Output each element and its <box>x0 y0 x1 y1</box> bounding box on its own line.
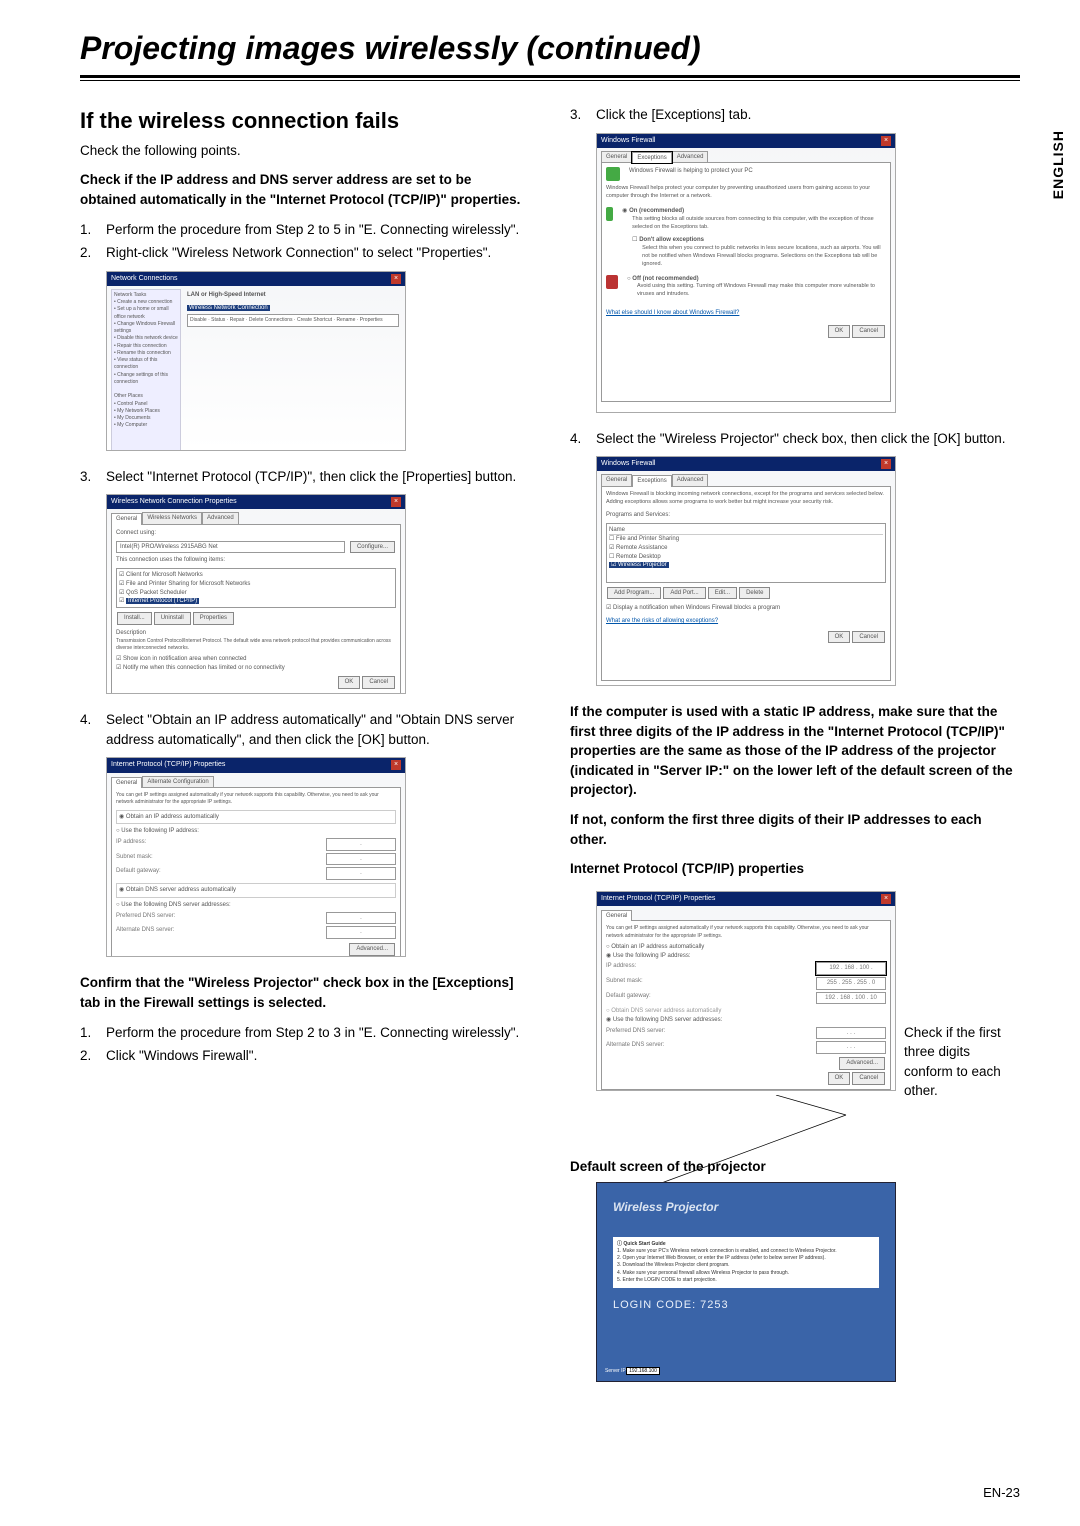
close-icon: × <box>881 459 891 469</box>
cancel-button[interactable]: Cancel <box>852 631 885 644</box>
check-2: Confirm that the "Wireless Projector" ch… <box>80 973 530 1012</box>
ok-button[interactable]: OK <box>828 325 851 338</box>
login-code: LOGIN CODE: 7253 <box>613 1298 879 1314</box>
right-column: 3.Click the [Exceptions] tab. Windows Fi… <box>570 105 1020 1382</box>
figure-ip-properties-static: Internet Protocol (TCP/IP) Properties× G… <box>596 891 896 1091</box>
section-heading: If the wireless connection fails <box>80 105 530 137</box>
figure-firewall-exceptions: Windows Firewall× GeneralExceptionsAdvan… <box>596 456 896 686</box>
cancel-button[interactable]: Cancel <box>362 676 395 689</box>
shield-icon <box>606 167 620 181</box>
step-3: 3.Select "Internet Protocol (TCP/IP)", t… <box>80 467 530 487</box>
check-1: Check if the IP address and DNS server a… <box>80 170 530 209</box>
step-1: 1.Perform the procedure from Step 2 to 5… <box>80 220 530 240</box>
figure-network-connections: Network Connections× Network Tasks• Crea… <box>106 271 406 451</box>
close-icon: × <box>881 136 891 146</box>
edit-button[interactable]: Edit... <box>708 587 737 600</box>
projector-title: Wireless Projector <box>613 1199 879 1216</box>
fw-step-4: 4.Select the "Wireless Projector" check … <box>570 429 1020 449</box>
caption-ip-properties: Internet Protocol (TCP/IP) properties <box>570 859 1020 879</box>
ok-button[interactable]: OK <box>828 1072 851 1085</box>
uninstall-button[interactable]: Uninstall <box>154 612 191 625</box>
exceptions-tab[interactable]: Exceptions <box>632 152 671 164</box>
figure-wireless-properties: Wireless Network Connection Properties× … <box>106 494 406 694</box>
ok-button[interactable]: OK <box>338 676 361 689</box>
fw-step-1: 1.Perform the procedure from Step 2 to 3… <box>80 1023 530 1043</box>
shield-on-icon <box>606 207 613 221</box>
wireless-projector-checkbox[interactable]: Wireless Projector <box>618 562 667 568</box>
close-icon: × <box>391 274 401 284</box>
close-icon: × <box>881 894 891 904</box>
wireless-connection-highlight: Wireless Network Connection <box>187 305 270 311</box>
left-column: If the wireless connection fails Check t… <box>80 105 530 1382</box>
close-icon: × <box>391 497 401 507</box>
language-label: ENGLISH <box>1050 130 1066 199</box>
page-title: Projecting images wirelessly (continued) <box>80 30 1020 67</box>
add-port-button[interactable]: Add Port... <box>663 587 705 600</box>
intro-text: Check the following points. <box>80 141 530 161</box>
figure-firewall-general: Windows Firewall× GeneralExceptionsAdvan… <box>596 133 896 413</box>
fw-step-3: 3.Click the [Exceptions] tab. <box>570 105 1020 125</box>
properties-button[interactable]: Properties <box>193 612 234 625</box>
server-ip-value: 192.168.100 <box>627 1368 659 1374</box>
static-ip-note: If the computer is used with a static IP… <box>570 702 1020 800</box>
figure-projector-default-screen: Wireless Projector ⓘ Quick Start Guide 1… <box>596 1182 896 1382</box>
configure-button[interactable]: Configure... <box>350 541 395 554</box>
cancel-button[interactable]: Cancel <box>852 1072 885 1085</box>
shield-off-icon <box>606 275 618 289</box>
step-2: 2.Right-click "Wireless Network Connecti… <box>80 243 530 263</box>
close-icon: × <box>391 760 401 770</box>
rule-thin <box>80 80 1020 81</box>
delete-button[interactable]: Delete <box>739 587 770 600</box>
cancel-button[interactable]: Cancel <box>852 325 885 338</box>
step-4: 4.Select "Obtain an IP address automatic… <box>80 710 530 749</box>
ok-button[interactable]: OK <box>828 631 851 644</box>
ip-address-value: 192 . 168 . 100 . <box>816 962 886 975</box>
add-program-button[interactable]: Add Program... <box>607 587 661 600</box>
fw-step-2: 2.Click "Windows Firewall". <box>80 1046 530 1066</box>
rule-thick <box>80 75 1020 78</box>
match-note: Check if the first three digits conform … <box>904 1023 1014 1101</box>
page-footer: EN-23 <box>983 1485 1020 1500</box>
conform-note: If not, conform the first three digits o… <box>570 810 1020 849</box>
advanced-button[interactable]: Advanced... <box>839 1057 885 1070</box>
install-button[interactable]: Install... <box>117 612 152 625</box>
connector-lines <box>570 1107 1020 1147</box>
figure-ip-properties-auto: Internet Protocol (TCP/IP) Properties× G… <box>106 757 406 957</box>
tcpip-highlight: Internet Protocol (TCP/IP) <box>126 598 199 604</box>
advanced-button[interactable]: Advanced... <box>349 943 395 956</box>
